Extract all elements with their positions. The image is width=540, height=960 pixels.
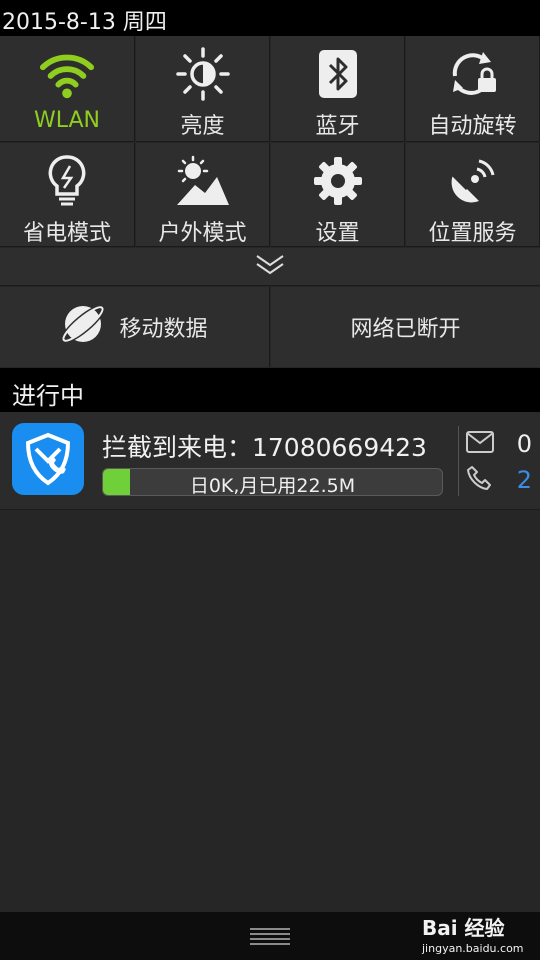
tile-brightness-label: 亮度: [180, 114, 225, 139]
tile-bluetooth[interactable]: 蓝牙: [271, 36, 405, 142]
notification-divider: [458, 426, 459, 496]
outdoor-sun-icon: [175, 153, 231, 209]
status-bar: 2015-8-13 周四: [0, 0, 540, 36]
mobile-data-label: 移动数据: [119, 317, 208, 342]
tile-outdoor-mode-label: 户外模式: [158, 221, 247, 246]
shield-phone-icon: [12, 423, 84, 495]
rotate-lock-icon: [445, 46, 501, 102]
tile-auto-rotate-label: 自动旋转: [428, 114, 517, 139]
expand-toggles-button[interactable]: [0, 248, 540, 286]
sms-count-value: 0: [516, 430, 532, 458]
power-saving-icon: [39, 153, 95, 209]
blocked-call-notification[interactable]: 拦截到来电：17080669423 日0K,月已用22.5M 0 2: [0, 412, 540, 510]
tile-settings-label: 设置: [315, 221, 360, 246]
tile-bluetooth-label: 蓝牙: [315, 114, 360, 139]
network-status-label: 网络已断开: [350, 317, 461, 342]
bluetooth-icon: [310, 46, 366, 102]
calls-count-value: 2: [516, 466, 532, 494]
mobile-data-button[interactable]: 移动数据: [0, 287, 270, 367]
status-date: 2015-8-13 周四: [2, 10, 167, 35]
data-usage-text: 日0K,月已用22.5M: [189, 475, 356, 496]
gear-icon: [310, 153, 366, 209]
tile-power-saving[interactable]: 省电模式: [0, 143, 135, 247]
phone-icon: [466, 465, 492, 495]
tile-location-service-label: 位置服务: [428, 221, 517, 246]
brightness-icon: [175, 46, 231, 102]
wifi-icon: [39, 46, 95, 102]
tile-wlan[interactable]: WLAN: [0, 36, 135, 142]
blocked-sms-count: 0: [466, 428, 532, 460]
planet-icon: [61, 302, 106, 352]
blocked-calls-count: 2: [466, 464, 532, 496]
watermark-brand: Bai 经验: [422, 916, 505, 940]
tile-location-service[interactable]: 位置服务: [406, 143, 540, 247]
bottom-bar: Bai 经验 jingyan.baidu.com: [0, 912, 540, 960]
tile-outdoor-mode[interactable]: 户外模式: [136, 143, 270, 247]
double-chevron-down-icon: [255, 253, 285, 281]
tile-power-saving-label: 省电模式: [22, 221, 111, 246]
network-status-button[interactable]: 网络已断开: [271, 287, 540, 367]
notification-title: 拦截到来电：17080669423: [102, 433, 427, 462]
ongoing-title: 进行中: [12, 382, 84, 410]
tile-auto-rotate[interactable]: 自动旋转: [406, 36, 540, 142]
tile-wlan-label: WLAN: [33, 108, 101, 133]
ongoing-section-header: 进行中: [0, 368, 540, 412]
tile-settings[interactable]: 设置: [271, 143, 405, 247]
baidu-watermark: Bai 经验 jingyan.baidu.com: [422, 912, 532, 958]
drag-handle-icon[interactable]: [250, 928, 290, 946]
location-service-icon: [445, 153, 501, 209]
data-usage-bar: 日0K,月已用22.5M: [102, 468, 443, 496]
envelope-icon: [466, 431, 494, 457]
tile-brightness[interactable]: 亮度: [136, 36, 270, 142]
watermark-url: jingyan.baidu.com: [422, 942, 524, 955]
